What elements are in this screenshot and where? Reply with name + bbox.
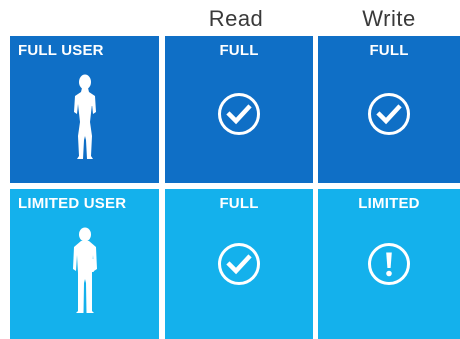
checkmark-circle-icon (217, 242, 261, 286)
woman-silhouette-icon (65, 74, 105, 160)
limited-user-read-label: FULL (219, 195, 259, 212)
limited-user-write-tile: LIMITED (318, 189, 460, 339)
read-column-header: Read (208, 6, 264, 31)
full-user-write-tile: FULL (318, 36, 460, 183)
checkmark-circle-icon (217, 92, 261, 136)
write-column-header: Write (362, 6, 416, 31)
checkmark-circle-icon (367, 92, 411, 136)
full-user-label: FULL USER (18, 42, 104, 59)
full-user-write-label: FULL (369, 42, 409, 59)
full-user-tile: FULL USER (10, 36, 159, 183)
full-user-read-label: FULL (219, 42, 259, 59)
limited-user-read-tile: FULL (165, 189, 313, 339)
limited-user-write-label: LIMITED (358, 195, 420, 212)
exclamation-circle-icon (367, 242, 411, 286)
full-user-read-tile: FULL (165, 36, 313, 183)
limited-user-tile: LIMITED USER (10, 189, 159, 339)
limited-user-label: LIMITED USER (18, 195, 127, 212)
man-silhouette-icon (65, 227, 105, 313)
